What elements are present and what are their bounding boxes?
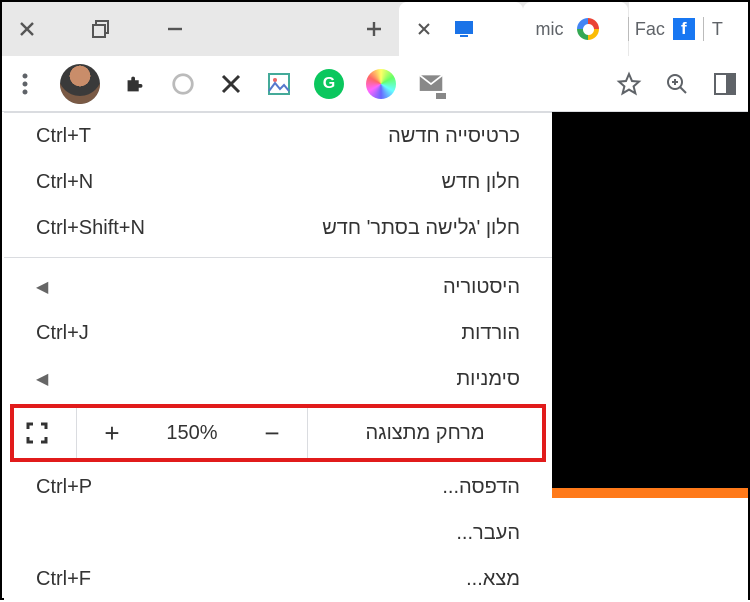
- page-content-area: [552, 498, 748, 600]
- avatar[interactable]: [60, 64, 100, 104]
- zoom-in-button[interactable]: +: [77, 408, 147, 458]
- menu-shortcut: Ctrl+N: [36, 171, 93, 194]
- zoom-level: 150%: [147, 422, 237, 445]
- zoom-out-button[interactable]: −: [237, 408, 307, 458]
- menu-label: כרטיסייה חדשה: [388, 125, 520, 148]
- menu-incognito[interactable]: חלון 'גלישה בסתר' חדש Ctrl+Shift+N: [4, 205, 552, 251]
- tab-label: T: [712, 19, 723, 40]
- menu-label: סימניות: [456, 368, 520, 391]
- tab-divider: [703, 17, 704, 41]
- menu-shortcut: Ctrl+Shift+N: [36, 217, 145, 240]
- tab-google[interactable]: mic: [523, 2, 627, 56]
- fullscreen-button[interactable]: [0, 408, 77, 458]
- facebook-icon: f: [673, 18, 695, 40]
- sidepanel-icon[interactable]: [712, 71, 738, 97]
- menu-cast[interactable]: העבר...: [4, 510, 552, 556]
- menu-label: חלון 'גלישה בסתר' חדש: [322, 217, 520, 240]
- toolbar: G: [2, 56, 748, 112]
- menu-downloads[interactable]: הורדות Ctrl+J: [4, 310, 552, 356]
- menu-shortcut: Ctrl+P: [36, 476, 92, 499]
- zoom-lens-icon[interactable]: [664, 71, 690, 97]
- zoom-row-highlight: מרחק מתצוגה − 150% +: [10, 404, 546, 462]
- monitor-icon: [451, 16, 477, 42]
- tab-label: mic: [535, 19, 563, 40]
- menu-print[interactable]: הדפסה... Ctrl+P: [4, 464, 552, 510]
- colorpicker-icon[interactable]: [366, 69, 396, 99]
- extension-image-icon[interactable]: [266, 71, 292, 97]
- restore-window-icon[interactable]: [88, 16, 114, 42]
- menu-new-tab[interactable]: כרטיסייה חדשה Ctrl+T: [4, 113, 552, 159]
- extension-x-icon[interactable]: [218, 71, 244, 97]
- page-accent-bar: [552, 488, 748, 498]
- menu-shortcut: Ctrl+J: [36, 322, 89, 345]
- active-tab[interactable]: [2, 2, 399, 56]
- menu-label: מצא...: [466, 568, 520, 591]
- tabstrip: mic Fac f T: [2, 2, 748, 56]
- extension-s-icon[interactable]: [170, 71, 196, 97]
- close-icon[interactable]: [14, 16, 40, 42]
- tab-label: Fac: [635, 19, 665, 40]
- menu-shortcut: Ctrl+T: [36, 125, 91, 148]
- chevron-left-icon: ◀: [36, 369, 48, 389]
- kebab-menu-icon[interactable]: [12, 71, 38, 97]
- menu-label: הדפסה...: [442, 476, 520, 499]
- zoom-label: מרחק מתצוגה: [307, 408, 542, 458]
- menu-label: חלון חדש: [441, 171, 520, 194]
- google-icon: [577, 18, 599, 40]
- menu-label: הורדות: [461, 322, 520, 345]
- tab-blue[interactable]: [399, 2, 523, 56]
- minimize-icon[interactable]: [162, 16, 188, 42]
- menu-shortcut: Ctrl+F: [36, 568, 91, 591]
- bookmark-star-icon[interactable]: [616, 71, 642, 97]
- menu-history[interactable]: היסטוריה ◀: [4, 264, 552, 310]
- tab-facebook[interactable]: Fac f T: [629, 2, 748, 56]
- mail-icon[interactable]: [418, 71, 444, 97]
- menu-label: העבר...: [456, 522, 520, 545]
- menu-new-window[interactable]: חלון חדש Ctrl+N: [4, 159, 552, 205]
- menu-label: היסטוריה: [443, 276, 520, 299]
- tab-close-icon[interactable]: [411, 16, 437, 42]
- menu-bookmarks[interactable]: סימניות ◀: [4, 356, 552, 402]
- menu-zoom: מרחק מתצוגה − 150% +: [14, 408, 542, 458]
- page-content-area: [552, 112, 748, 492]
- chevron-left-icon: ◀: [36, 277, 48, 297]
- grammarly-icon[interactable]: G: [314, 69, 344, 99]
- new-tab-button[interactable]: [361, 16, 387, 42]
- extensions-icon[interactable]: [122, 71, 148, 97]
- menu-find[interactable]: מצא... Ctrl+F: [4, 556, 552, 602]
- menu-separator: [4, 257, 552, 258]
- chrome-menu: כרטיסייה חדשה Ctrl+T חלון חדש Ctrl+N חלו…: [4, 112, 552, 602]
